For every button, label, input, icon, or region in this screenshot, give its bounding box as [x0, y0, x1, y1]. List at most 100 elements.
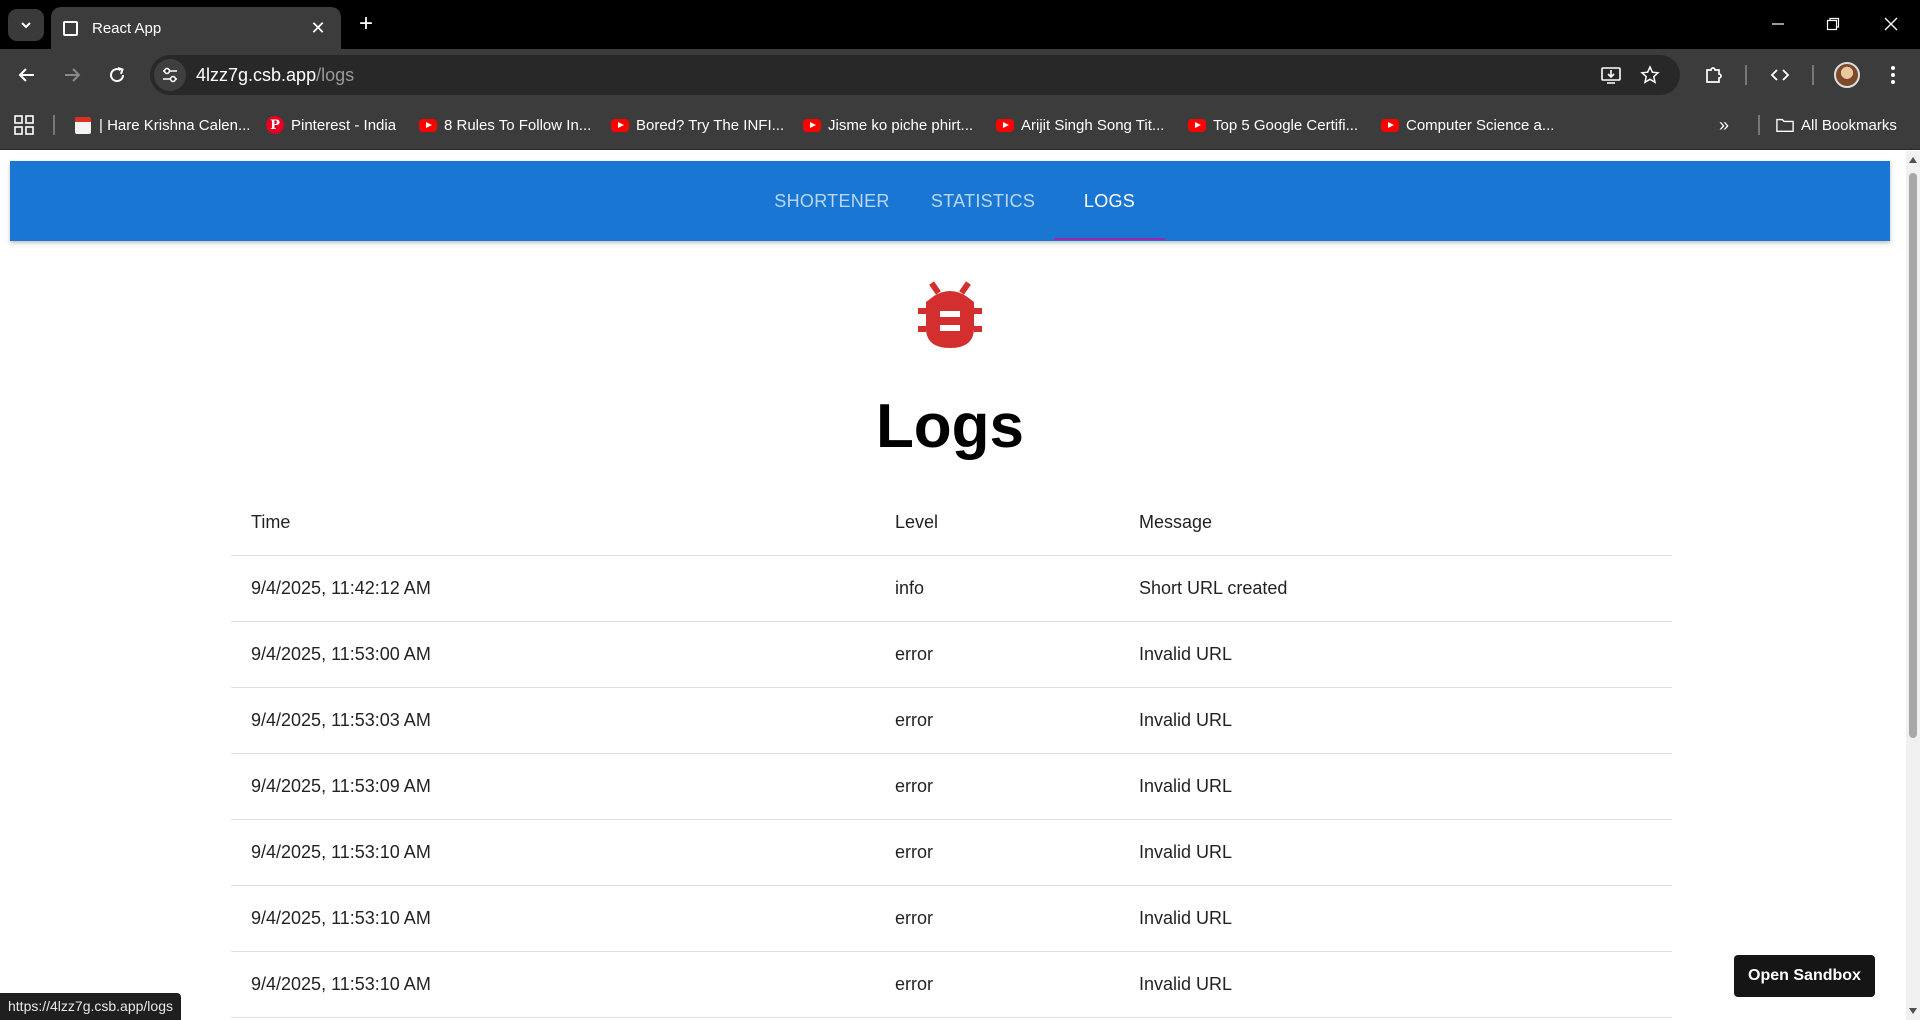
- log-time: 9/4/2025, 11:53:10 AM: [231, 885, 875, 952]
- apps-grid-icon: [14, 115, 34, 135]
- column-header-level: Level: [875, 490, 1119, 556]
- chevron-double-right-icon: »: [1719, 114, 1730, 135]
- bookmark-item[interactable]: Jisme ko piche phirt...: [803, 114, 973, 136]
- bookmark-star-button[interactable]: [1634, 59, 1666, 91]
- bookmark-item[interactable]: P Pinterest - India: [266, 114, 396, 136]
- bookmark-label: | Hare Krishna Calen...: [99, 116, 251, 134]
- column-header-time: Time: [231, 490, 875, 556]
- log-time: 9/4/2025, 11:53:09 AM: [231, 753, 875, 820]
- url-text: 4lzz7g.csb.app/logs: [196, 65, 354, 86]
- log-message: Invalid URL: [1119, 885, 1672, 952]
- bookmark-item[interactable]: Arijit Singh Song Tit...: [996, 114, 1164, 136]
- reload-button[interactable]: [100, 58, 134, 92]
- bookmark-item[interactable]: Computer Science a...: [1381, 114, 1554, 136]
- log-level: error: [875, 819, 1119, 886]
- address-bar[interactable]: 4lzz7g.csb.app/logs: [150, 55, 1680, 95]
- log-level: error: [875, 621, 1119, 688]
- scrollbar-thumb[interactable]: [1909, 173, 1917, 738]
- tab-shortener[interactable]: SHORTENER: [752, 161, 912, 241]
- chevron-down-icon: [21, 22, 31, 29]
- youtube-icon: [1188, 116, 1206, 134]
- close-window-button[interactable]: [1868, 6, 1914, 42]
- active-tab-indicator: [1054, 238, 1165, 240]
- log-level: info: [875, 555, 1119, 622]
- tab-title: React App: [92, 19, 162, 37]
- log-time: 9/4/2025, 11:42:12 AM: [231, 555, 875, 622]
- bookmarks-divider: [53, 115, 55, 135]
- open-sandbox-button[interactable]: Open Sandbox: [1734, 955, 1875, 997]
- bookmark-label: Arijit Singh Song Tit...: [1021, 116, 1165, 134]
- log-message: Short URL created: [1119, 555, 1672, 622]
- scroll-down-arrow-icon[interactable]: [1909, 1008, 1917, 1014]
- apps-button[interactable]: [14, 114, 34, 136]
- tune-icon: [163, 67, 177, 83]
- log-message: Invalid URL: [1119, 951, 1672, 1018]
- youtube-icon: [1381, 116, 1399, 134]
- new-tab-button[interactable]: +: [353, 10, 379, 38]
- all-bookmarks-button[interactable]: All Bookmarks: [1776, 114, 1897, 136]
- toolbar-divider: [1812, 65, 1814, 85]
- status-bar-url: https://4lzz7g.csb.app/logs: [0, 993, 181, 1020]
- menu-button[interactable]: [1876, 58, 1910, 92]
- arrow-right-icon: [65, 68, 81, 82]
- tab-search-button[interactable]: [8, 9, 44, 41]
- log-message: Invalid URL: [1119, 687, 1672, 754]
- close-tab-icon[interactable]: ✕: [307, 18, 329, 39]
- table-row: 9/4/2025, 11:53:10 AM error Invalid URL: [231, 819, 1672, 886]
- bookmarks-bar: | Hare Krishna Calen... P Pinterest - In…: [0, 100, 1920, 150]
- youtube-icon: [996, 116, 1014, 134]
- column-header-message: Message: [1119, 490, 1672, 556]
- log-level: error: [875, 687, 1119, 754]
- log-message: Invalid URL: [1119, 621, 1672, 688]
- bookmark-item[interactable]: Top 5 Google Certifi...: [1188, 114, 1358, 136]
- app-navbar: SHORTENER STATISTICS LOGS: [10, 161, 1890, 241]
- folder-icon: [1776, 116, 1794, 134]
- log-level: error: [875, 885, 1119, 952]
- bookmark-label: Top 5 Google Certifi...: [1213, 116, 1359, 134]
- table-header-row: Time Level Message: [231, 490, 1672, 556]
- restore-button[interactable]: [1810, 6, 1856, 42]
- all-bookmarks-label: All Bookmarks: [1801, 116, 1897, 134]
- page-title: Logs: [875, 392, 1025, 461]
- bookmark-label: Computer Science a...: [1406, 116, 1555, 134]
- back-button[interactable]: [10, 58, 44, 92]
- forward-button[interactable]: [55, 58, 89, 92]
- bookmark-item[interactable]: 8 Rules To Follow In...: [419, 114, 591, 136]
- log-time: 9/4/2025, 11:53:00 AM: [231, 621, 875, 688]
- table-row: 9/4/2025, 11:53:10 AM error Invalid URL: [231, 951, 1672, 1018]
- scroll-up-arrow-icon[interactable]: [1909, 157, 1917, 163]
- bookmark-item[interactable]: | Hare Krishna Calen...: [74, 114, 250, 136]
- more-bookmarks-button[interactable]: »: [1719, 114, 1729, 136]
- calendar-icon: [74, 116, 92, 134]
- extensions-button[interactable]: [1697, 58, 1731, 92]
- tab-statistics[interactable]: STATISTICS: [912, 161, 1054, 241]
- bookmark-label: Jisme ko piche phirt...: [828, 116, 974, 134]
- page-content: SHORTENER STATISTICS LOGS Logs Time Leve…: [0, 151, 1906, 1020]
- site-info-button[interactable]: [154, 59, 186, 91]
- url-path: /logs: [316, 64, 355, 85]
- browser-tab[interactable]: React App ✕: [51, 7, 341, 49]
- youtube-icon: [803, 116, 821, 134]
- log-level: error: [875, 753, 1119, 820]
- devtools-button[interactable]: [1763, 58, 1797, 92]
- favicon-icon: [63, 20, 78, 36]
- bookmark-label: 8 Rules To Follow In...: [444, 116, 592, 134]
- table-row: 9/4/2025, 11:53:00 AM error Invalid URL: [231, 621, 1672, 688]
- log-message: Invalid URL: [1119, 819, 1672, 886]
- page-scrollbar[interactable]: [1906, 151, 1920, 1020]
- minimize-button[interactable]: [1755, 6, 1801, 42]
- browser-toolbar: 4lzz7g.csb.app/logs: [0, 49, 1920, 100]
- profile-avatar[interactable]: [1834, 62, 1860, 88]
- more-vert-icon: [1891, 66, 1895, 84]
- bookmark-label: Pinterest - India: [291, 116, 397, 134]
- log-time: 9/4/2025, 11:53:10 AM: [231, 951, 875, 1018]
- url-host: 4lzz7g.csb.app: [196, 64, 317, 85]
- bookmark-item[interactable]: Bored? Try The INFI...: [611, 114, 784, 136]
- youtube-icon: [611, 116, 629, 134]
- pinterest-icon: P: [266, 116, 284, 134]
- tab-logs[interactable]: LOGS: [1054, 161, 1165, 241]
- table-row: 9/4/2025, 11:53:03 AM error Invalid URL: [231, 687, 1672, 754]
- log-level: error: [875, 951, 1119, 1018]
- install-app-button[interactable]: [1595, 59, 1627, 91]
- bug-report-icon: [918, 281, 982, 348]
